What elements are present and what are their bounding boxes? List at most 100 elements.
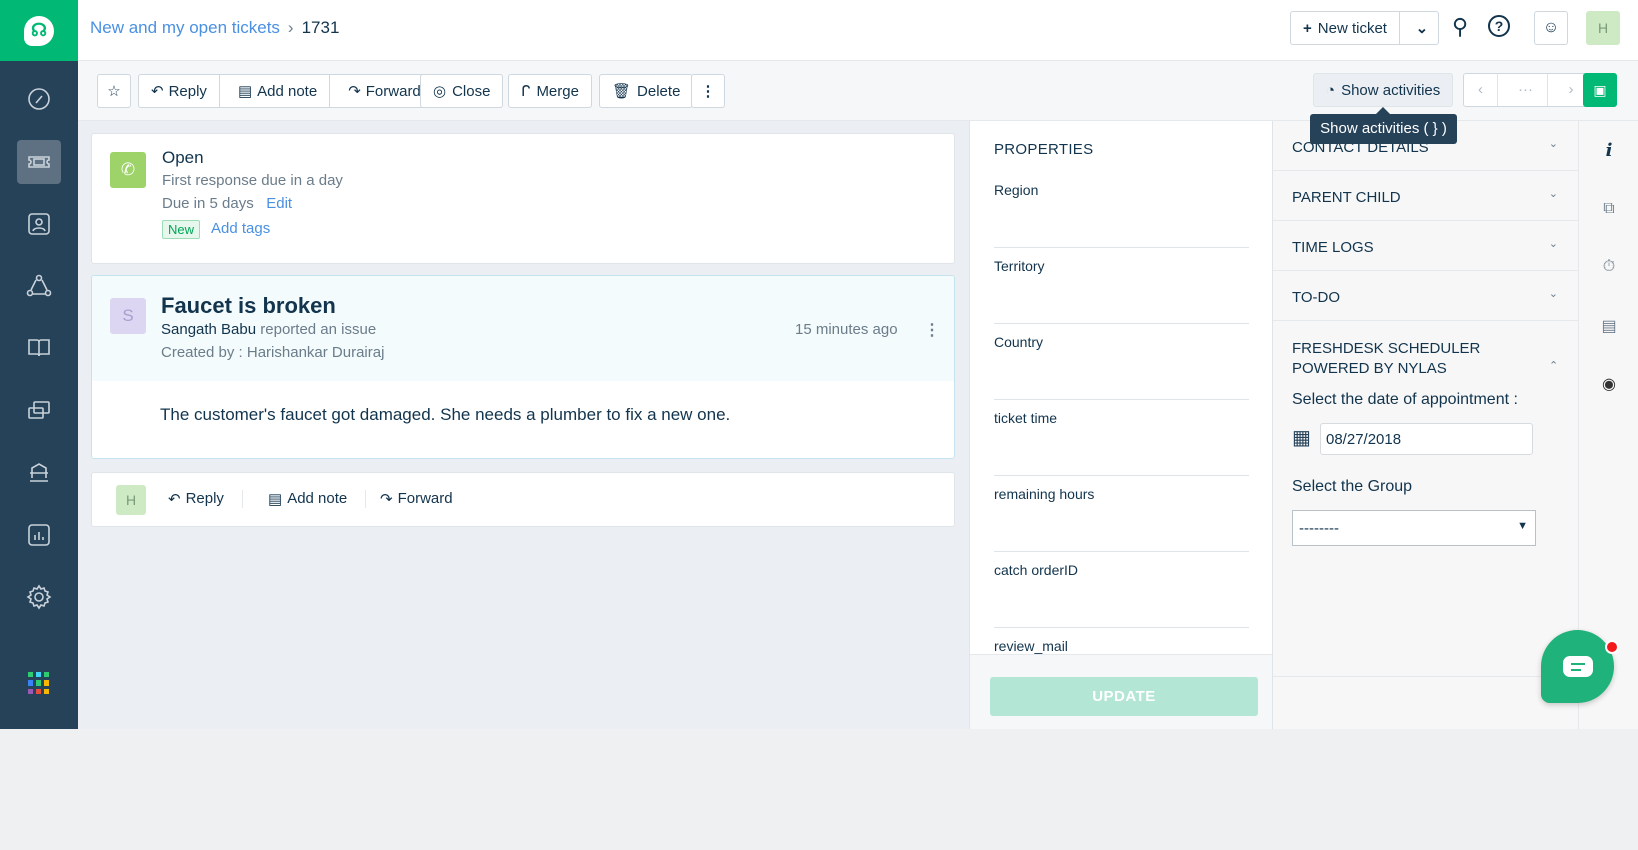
field-remaining-hours[interactable]: remaining hours [994, 476, 1249, 552]
toggle-sidebar-icon[interactable]: ▣ [1583, 73, 1617, 107]
due-text: Due in 5 days [162, 195, 254, 212]
nylas-icon[interactable]: ◉ [1598, 373, 1620, 395]
section-parent-child[interactable]: PARENT CHILD ⌄ [1273, 171, 1578, 221]
freshdesk-logo[interactable]: ☊ [0, 0, 78, 61]
requester-name[interactable]: Sangath Babu [161, 321, 256, 338]
trash-icon: 🗑 [612, 83, 632, 100]
reply-button[interactable]: ↶ Reply [139, 75, 220, 107]
plus-icon: + [1303, 19, 1312, 37]
sidebar: ☊ [0, 0, 78, 729]
field-catch-orderid[interactable]: catch orderID [994, 552, 1249, 628]
chevron-right-icon: › [287, 18, 294, 37]
forward-button[interactable]: ↷ Forward [336, 75, 433, 107]
breadcrumb-link[interactable]: New and my open tickets [90, 18, 280, 37]
previous-ticket-icon[interactable]: ‹ [1464, 74, 1498, 106]
add-tags-link[interactable]: Add tags [211, 220, 270, 237]
forward-link[interactable]: ↷ Forward [380, 490, 453, 508]
properties-panel: PROPERTIES Region Territory Country tick… [969, 121, 1273, 729]
chevron-up-icon[interactable]: ⌃ [1549, 359, 1558, 372]
chevron-down-icon: ⌄ [1548, 238, 1558, 250]
ticket-time: 15 minutes ago [795, 321, 898, 338]
contacts-icon[interactable] [17, 202, 61, 246]
search-icon[interactable]: ⚲ [1452, 14, 1468, 40]
calendar-app-icon[interactable]: ▤ [1598, 315, 1620, 337]
ticket-more-icon[interactable]: ⋮ [924, 320, 940, 340]
reports-icon[interactable] [17, 513, 61, 557]
field-country[interactable]: Country [994, 324, 1249, 400]
reply-button-group: ↶ Reply ▤ Add note ↷ Forward [138, 74, 434, 108]
tickets-icon[interactable] [17, 140, 61, 184]
check-circle-icon: ◎ [433, 83, 447, 100]
delete-button[interactable]: 🗑 Delete [599, 74, 694, 108]
solutions-icon[interactable] [17, 326, 61, 370]
chevron-down-icon[interactable]: ⌄ [1406, 19, 1438, 37]
apps-grid-icon[interactable] [28, 672, 50, 694]
dashboard-icon[interactable] [17, 77, 61, 121]
reply-bar: H ↶ Reply ▤ Add note ↷ Forward [91, 472, 955, 527]
forward-label: Forward [365, 82, 421, 100]
pager: ‹ ··· › [1463, 73, 1589, 107]
settings-icon[interactable] [17, 575, 61, 619]
section-to-do[interactable]: TO-DO ⌄ [1273, 271, 1578, 321]
requester-line: Sangath Babu reported an issue [161, 321, 376, 338]
section-title: PARENT CHILD [1292, 189, 1401, 206]
field-territory[interactable]: Territory [994, 248, 1249, 324]
field-region[interactable]: Region [994, 172, 1249, 248]
parent-child-icon[interactable]: ⧉ [1598, 198, 1620, 220]
new-ticket-button-group: + New ticket ⌄ [1290, 11, 1439, 45]
show-activities-tooltip: Show activities ( } ) [1310, 114, 1457, 144]
add-note-label: Add note [257, 82, 318, 100]
update-button[interactable]: UPDATE [990, 677, 1258, 716]
user-avatar[interactable]: H [1586, 11, 1620, 45]
ticket-id: 1731 [301, 18, 340, 37]
chat-widget-button[interactable] [1541, 630, 1614, 703]
close-label: Close [452, 82, 491, 100]
show-activities-button[interactable]: ◔ Show activities [1313, 73, 1454, 107]
scheduler-title[interactable]: FRESHDESK SCHEDULER POWERED BY NYLAS [1292, 339, 1480, 379]
add-note-button[interactable]: ▤ Add note [226, 75, 331, 107]
help-icon[interactable]: ? [1488, 15, 1510, 37]
field-review-mail[interactable]: review_mail [994, 628, 1249, 654]
ticket-subject: Faucet is broken [161, 293, 336, 318]
add-note-text: Add note [287, 490, 348, 507]
merge-label: Merge [536, 82, 579, 100]
merge-button[interactable]: ᒋ Merge [508, 74, 592, 108]
new-ticket-button[interactable]: + New ticket [1291, 12, 1400, 44]
info-icon[interactable]: i [1598, 139, 1620, 161]
stopwatch-icon[interactable]: ⏱ [1598, 256, 1620, 278]
section-title: TO-DO [1292, 289, 1341, 306]
group-label: Select the Group [1292, 478, 1413, 495]
notifications-icon[interactable]: ☺ [1534, 11, 1568, 45]
first-response-due: First response due in a day [162, 172, 343, 189]
requester-action: reported an issue [260, 321, 377, 338]
pager-dots[interactable]: ··· [1504, 74, 1548, 106]
scheduler-title-line1: FRESHDESK SCHEDULER [1292, 340, 1481, 357]
edit-due-link[interactable]: Edit [266, 195, 292, 212]
requester-avatar: S [110, 298, 146, 334]
reply-link[interactable]: ↶ Reply [168, 490, 243, 508]
group-select-value: -------- [1299, 520, 1339, 537]
more-options-icon[interactable]: ⋮ [691, 74, 725, 108]
group-select[interactable]: -------- ▼ [1292, 510, 1536, 546]
close-button[interactable]: ◎ Close [420, 74, 504, 108]
ticket-toolbar: ☆ ↶ Reply ▤ Add note ↷ Forward ◎ Close ᒋ Merg… [78, 61, 1638, 121]
date-input[interactable]: 08/27/2018 [1320, 423, 1533, 455]
show-activities-label: Show activities [1341, 81, 1441, 99]
social-icon[interactable] [17, 264, 61, 308]
ticket-description-card: S Faucet is broken Sangath Babu reported… [91, 275, 955, 459]
reply-text: Reply [185, 490, 224, 507]
delete-label: Delete [637, 82, 681, 100]
star-icon[interactable]: ☆ [97, 74, 131, 108]
section-time-logs[interactable]: TIME LOGS ⌄ [1273, 221, 1578, 271]
apps-panel: CONTACT DETAILS ⌄ PARENT CHILD ⌄ TIME LOGS… [1273, 121, 1578, 729]
reply-label: Reply [168, 82, 207, 100]
chat-icon [1562, 656, 1593, 677]
headset-icon: ☊ [24, 15, 54, 46]
calendar-icon[interactable]: ▦ [1292, 425, 1311, 450]
scheduler-title-line2: POWERED BY NYLAS [1292, 360, 1447, 377]
reply-icon: ↶ [168, 491, 181, 508]
freshcaller-icon[interactable] [17, 451, 61, 495]
add-note-link[interactable]: ▤ Add note [268, 490, 367, 508]
field-ticket-time[interactable]: ticket time [994, 400, 1249, 476]
forums-icon[interactable] [17, 389, 61, 433]
